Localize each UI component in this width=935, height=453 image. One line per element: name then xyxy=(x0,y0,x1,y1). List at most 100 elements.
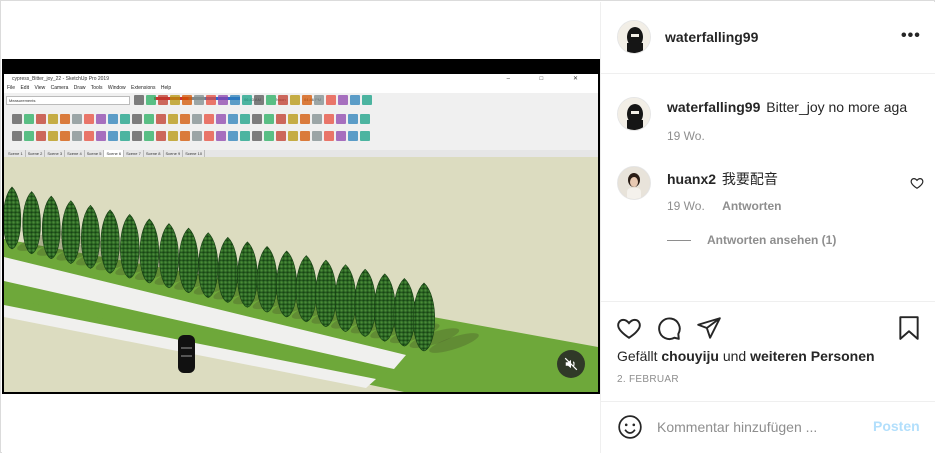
sketchup-viewport xyxy=(4,157,598,392)
comment-input[interactable] xyxy=(657,416,863,438)
emoji-smiley-icon[interactable] xyxy=(617,414,643,440)
post-author-username[interactable]: waterfalling99 xyxy=(665,29,758,45)
sketchup-tool-icon xyxy=(108,131,118,141)
sketchup-tool-icon xyxy=(36,114,46,124)
cypress-tree xyxy=(120,214,140,279)
sketchup-tool-icon xyxy=(348,131,358,141)
post-comment-button[interactable]: Posten xyxy=(873,418,920,434)
sketchup-toolbar-row-2 xyxy=(12,114,370,124)
sketchup-tool-icon xyxy=(120,131,130,141)
cypress-tree xyxy=(315,259,337,328)
avatar[interactable] xyxy=(617,20,651,54)
sketchup-tool-icon xyxy=(144,131,154,141)
comment-text: 我要配音 xyxy=(721,171,778,187)
sketchup-tool-icon xyxy=(60,131,70,141)
sketchup-tool-icon xyxy=(362,95,372,105)
sketchup-tool-icon xyxy=(156,114,166,124)
sketchup-menu-item: Tools xyxy=(90,85,103,91)
mute-button[interactable] xyxy=(557,350,585,378)
sketchup-tool-icon xyxy=(96,131,106,141)
sketchup-tool-icon xyxy=(108,114,118,124)
more-options-button[interactable]: ••• xyxy=(901,28,921,48)
sketchup-tool-icon xyxy=(144,114,154,124)
sketchup-menu-item: File xyxy=(7,85,16,91)
sketchup-toolbars: Measurements 06:43 AM Noon 04:46 PM xyxy=(4,93,598,150)
caption-text: Bitter_joy no more aga xyxy=(766,99,908,115)
caption: waterfalling99 Bitter_joy no more aga xyxy=(667,99,907,115)
sketchup-menu-item: Draw xyxy=(73,85,86,91)
view-replies-line xyxy=(667,239,691,241)
sketchup-window-screenshot: cypress_Bitter_joy_22 - SketchUp Pro 201… xyxy=(4,74,598,392)
post-media: cypress_Bitter_joy_22 - SketchUp Pro 201… xyxy=(2,2,600,453)
comment-time[interactable]: 19 Wo. xyxy=(667,199,705,213)
sketchup-tool-icon xyxy=(170,95,180,105)
sketchup-tool-icon xyxy=(24,131,34,141)
sketchup-tool-icon xyxy=(360,131,370,141)
sketchup-measurements-box: Measurements xyxy=(6,96,130,105)
sketchup-tool-icon xyxy=(156,131,166,141)
sketchup-tool-icon xyxy=(218,95,228,105)
caption-time[interactable]: 19 Wo. xyxy=(667,129,705,143)
avatar[interactable] xyxy=(617,166,651,200)
sketchup-tool-icon xyxy=(240,131,250,141)
post-frame: cypress_Bitter_joy_22 - SketchUp Pro 201… xyxy=(0,0,935,453)
sketchup-scene-tabs: Scene 1 Scene 2 Scene 3 Scene 4 Scene 5 Scene… xyxy=(4,150,598,157)
share-paper-plane-icon[interactable] xyxy=(696,315,722,341)
sketchup-tool-icon xyxy=(134,95,144,105)
sketchup-menu-item: Edit xyxy=(20,85,30,91)
comment-bubble-icon[interactable] xyxy=(656,315,682,341)
sketchup-tool-icon xyxy=(72,131,82,141)
sketchup-tool-icon xyxy=(264,114,274,124)
cypress-tree xyxy=(139,218,160,284)
sketchup-tool-icon xyxy=(276,114,286,124)
cypress-tree xyxy=(256,246,278,313)
sketchup-tool-icon xyxy=(360,114,370,124)
likes-others-link[interactable]: weiteren Personen xyxy=(750,348,875,364)
save-bookmark-icon[interactable] xyxy=(896,315,922,341)
post-date[interactable]: 2. FEBRUAR xyxy=(617,374,679,385)
sketchup-menubar: File Edit View Camera Draw Tools Window … xyxy=(4,84,598,93)
sketchup-tool-icon xyxy=(12,131,22,141)
liked-by-username[interactable]: chouyiju xyxy=(661,348,719,364)
cypress-tree xyxy=(393,278,416,347)
sketchup-tool-icon xyxy=(314,95,324,105)
comment-meta: 19 Wo. Antworten xyxy=(667,199,781,213)
sketchup-tool-icon xyxy=(48,114,58,124)
commenter-avatar-icon xyxy=(618,167,650,199)
sketchup-tool-icon xyxy=(146,95,156,105)
cypress-tree xyxy=(237,241,258,308)
sketchup-tool-icon xyxy=(228,114,238,124)
sketchup-tool-icon xyxy=(168,114,178,124)
sketchup-tool-icon xyxy=(206,95,216,105)
caption-username[interactable]: waterfalling99 xyxy=(667,99,760,115)
sketchup-tool-icon xyxy=(84,114,94,124)
reply-button[interactable]: Antworten xyxy=(722,199,781,213)
avatar[interactable] xyxy=(617,97,651,131)
likes-prefix: Gefällt xyxy=(617,348,658,364)
sketchup-tool-icon xyxy=(252,114,262,124)
sketchup-tool-icon xyxy=(216,114,226,124)
cypress-tree xyxy=(22,191,41,255)
cypress-tree xyxy=(178,227,199,294)
sketchup-tool-icon xyxy=(302,95,312,105)
sketchup-tool-icon xyxy=(72,114,82,124)
sketchup-tool-icon xyxy=(168,131,178,141)
sketchup-tool-icon xyxy=(336,114,346,124)
post-video[interactable]: cypress_Bitter_joy_22 - SketchUp Pro 201… xyxy=(2,59,600,394)
comment-username[interactable]: huanx2 xyxy=(667,171,716,187)
sketchup-tool-icon xyxy=(132,114,142,124)
comment-like-heart-icon[interactable] xyxy=(910,176,924,190)
cypress-tree xyxy=(198,232,219,298)
view-replies-button[interactable]: Antworten ansehen (1) xyxy=(667,233,836,247)
like-heart-icon[interactable] xyxy=(616,315,642,341)
sketchup-tool-icon xyxy=(300,131,310,141)
sketchup-tool-icon xyxy=(180,131,190,141)
sketchup-tool-icon xyxy=(60,114,70,124)
sketchup-scene-tab: Scene 7 xyxy=(124,150,144,157)
sketchup-tool-icon xyxy=(266,95,276,105)
sketchup-tool-icon xyxy=(230,95,240,105)
sketchup-tool-icon xyxy=(158,95,168,105)
sketchup-toolbar-row-1 xyxy=(134,95,372,105)
sketchup-tool-icon xyxy=(242,95,252,105)
sketchup-tool-icon xyxy=(48,131,58,141)
